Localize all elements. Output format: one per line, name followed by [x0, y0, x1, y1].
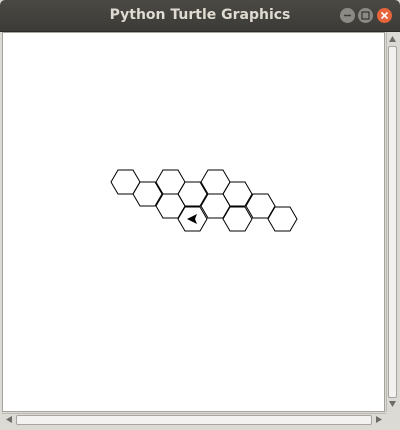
scrollbar-vertical[interactable]	[386, 32, 398, 412]
turtle-canvas[interactable]	[2, 32, 385, 412]
scroll-down-icon[interactable]	[387, 398, 398, 410]
scroll-left-icon[interactable]	[3, 414, 15, 425]
turtle-arrow-icon	[187, 214, 197, 224]
hexagon	[222, 206, 253, 232]
close-icon	[380, 11, 389, 20]
title-bar[interactable]: Python Turtle Graphics	[0, 0, 400, 32]
scrollbar-horizontal-thumb[interactable]	[16, 415, 372, 425]
hexagon	[267, 206, 298, 232]
maximize-button[interactable]	[358, 8, 373, 23]
minimize-icon	[344, 14, 351, 17]
drawing-surface	[110, 169, 298, 232]
turtle-window: Python Turtle Graphics	[0, 0, 400, 430]
minimize-button[interactable]	[340, 8, 355, 23]
maximize-icon	[361, 11, 370, 20]
scrollbar-vertical-thumb[interactable]	[388, 46, 397, 398]
scrollbar-corner	[386, 413, 398, 426]
scroll-right-icon[interactable]	[373, 414, 385, 425]
scroll-up-icon[interactable]	[387, 33, 398, 45]
close-button[interactable]	[377, 8, 392, 23]
scrollbar-horizontal[interactable]	[2, 413, 386, 426]
